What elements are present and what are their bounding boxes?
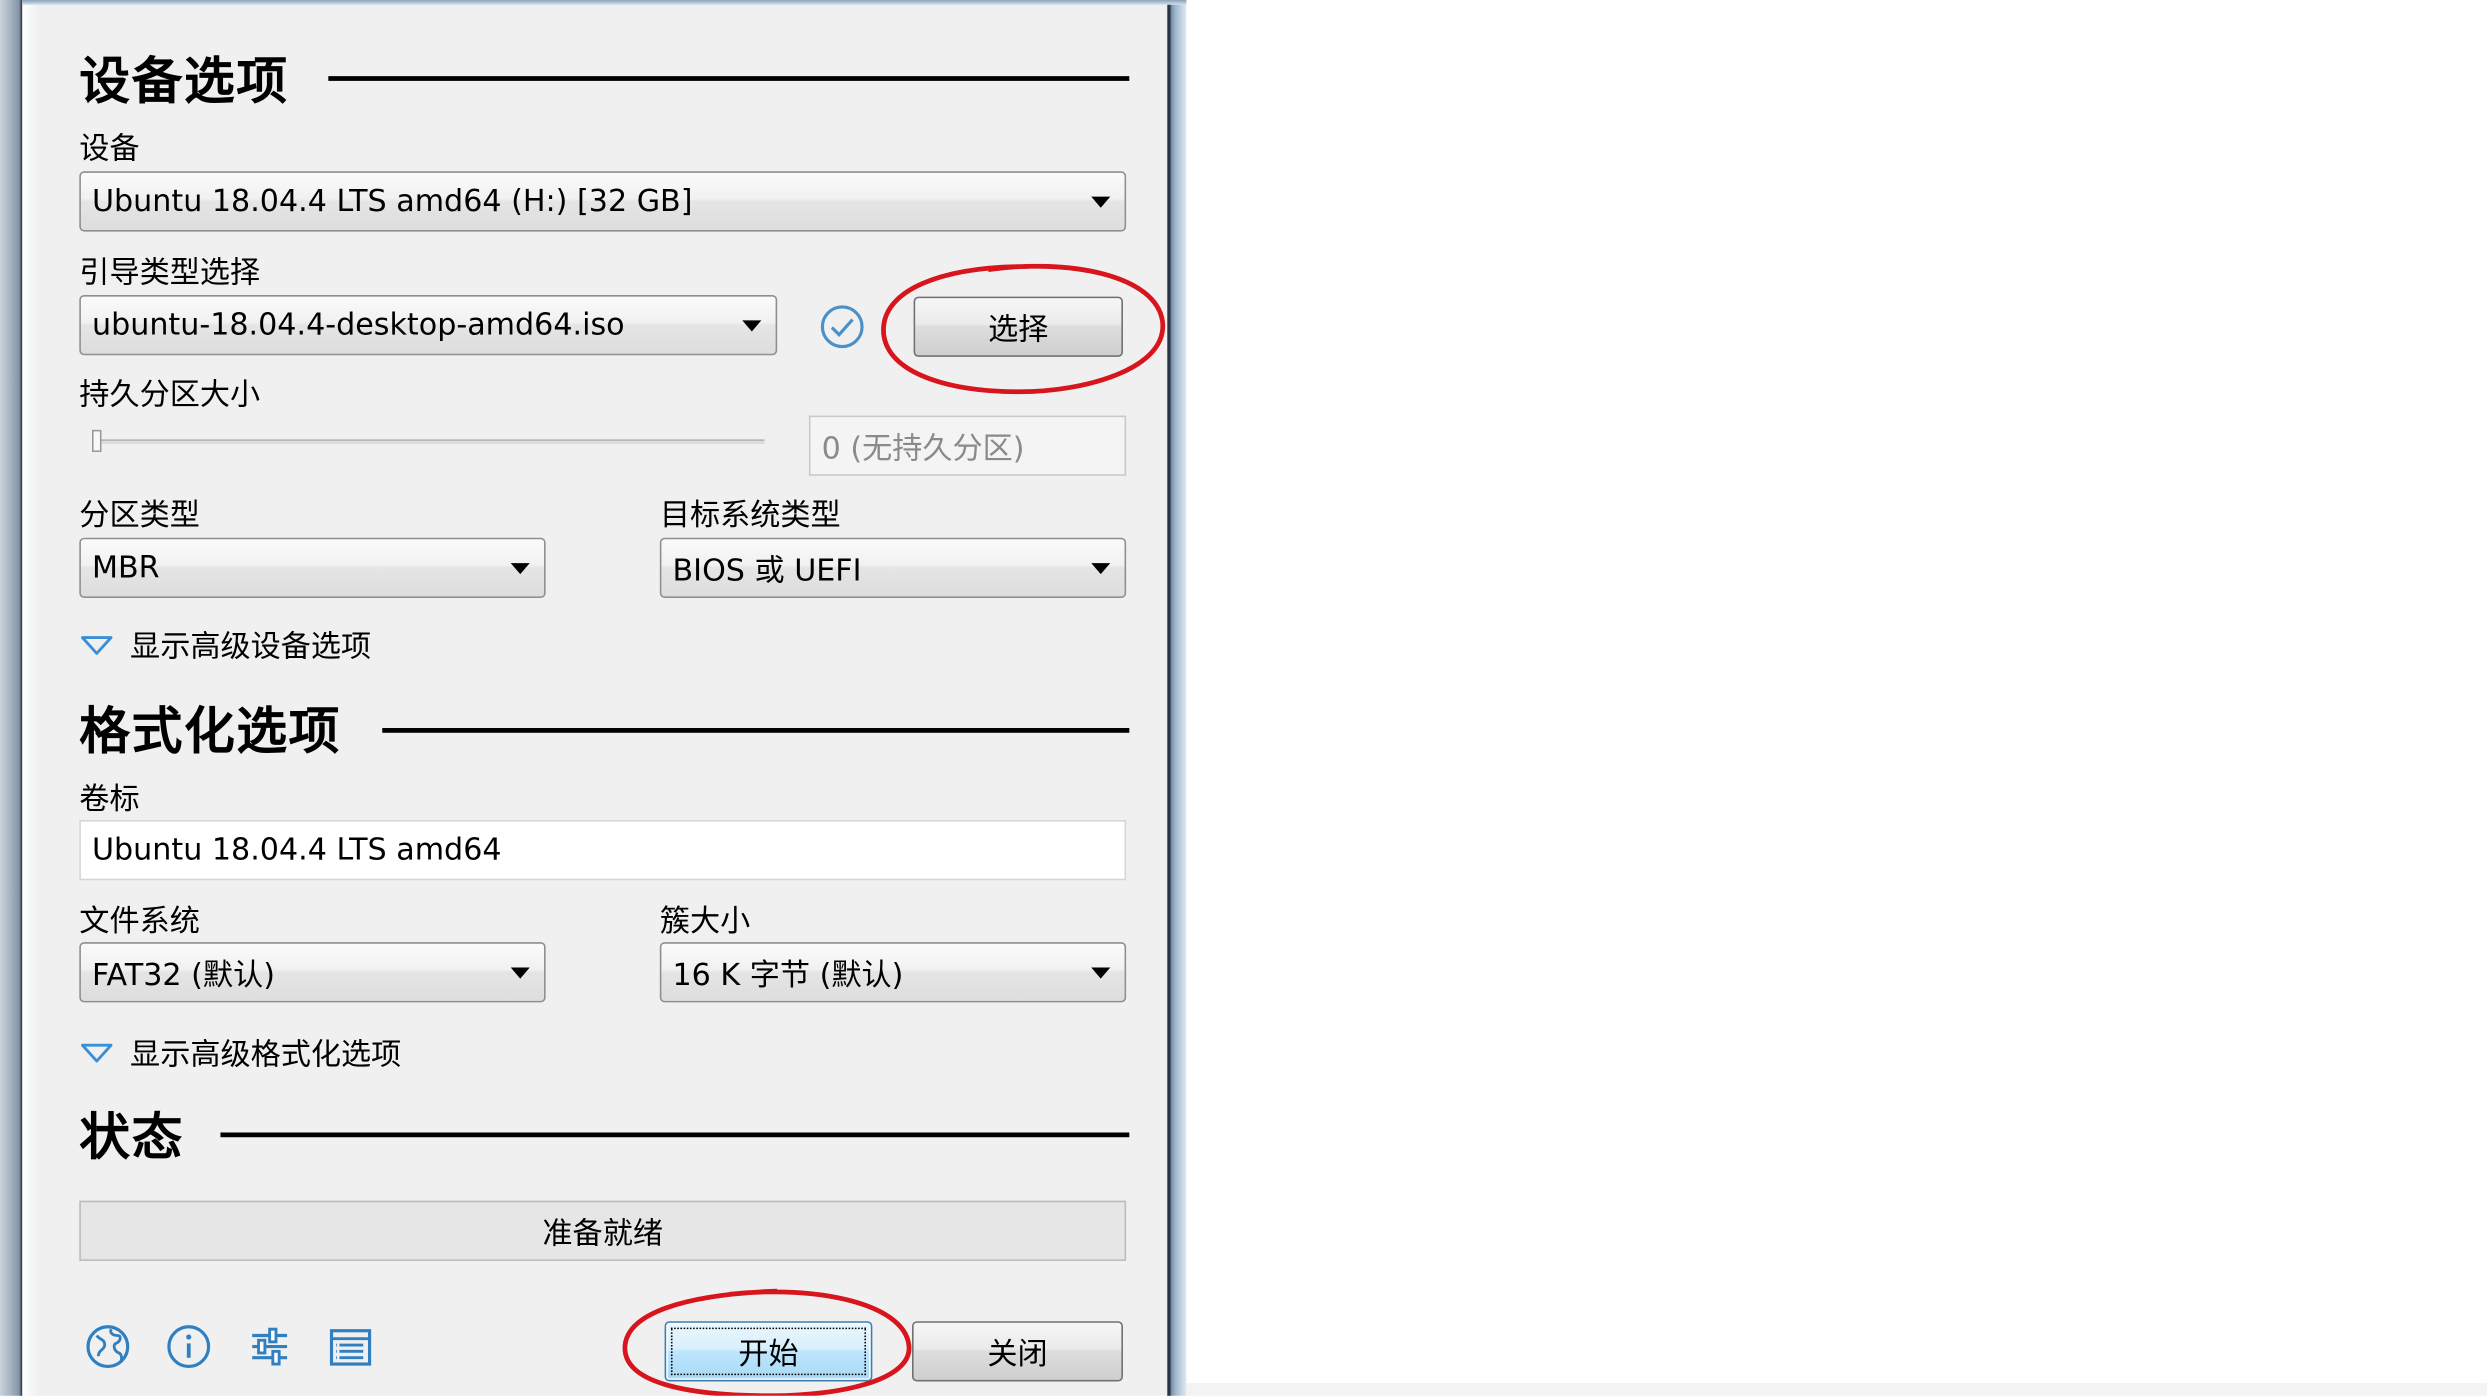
background-area <box>1186 1383 2487 1396</box>
persistent-size-label: 持久分区大小 <box>79 377 261 413</box>
section-title: 格式化选项 <box>79 701 342 762</box>
settings-icon[interactable] <box>244 1321 295 1372</box>
persistent-size-field: 0 (无持久分区) <box>808 415 1127 476</box>
section-title: 状态 <box>79 1107 185 1168</box>
select-button-label: 选择 <box>988 311 1049 347</box>
device-value: Ubuntu 18.04.4 LTS amd64 (H:) [32 GB] <box>91 183 693 219</box>
chevron-down-icon <box>1091 195 1111 207</box>
chevron-down-icon <box>742 319 762 331</box>
check-icon <box>820 305 864 349</box>
advanced-format-label: 显示高级格式化选项 <box>130 1037 402 1073</box>
target-system-label: 目标系统类型 <box>659 498 841 533</box>
section-device-options: 设备选项 <box>79 41 288 114</box>
info-icon[interactable] <box>163 1321 214 1372</box>
partition-scheme-label: 分区类型 <box>79 498 200 533</box>
log-icon[interactable] <box>325 1321 376 1372</box>
section-divider <box>220 1132 1130 1138</box>
close-button-label: 关闭 <box>987 1336 1048 1372</box>
cluster-size-label: 簇大小 <box>659 904 751 939</box>
target-system-dropdown[interactable]: BIOS 或 UEFI <box>659 537 1127 598</box>
section-divider <box>328 76 1130 81</box>
focus-ring <box>670 1327 867 1376</box>
boot-selection-dropdown[interactable]: ubuntu-18.04.4-desktop-amd64.iso <box>79 295 778 356</box>
section-divider <box>382 728 1130 733</box>
advanced-device-toggle[interactable]: 显示高级设备选项 <box>79 623 371 666</box>
persistent-size-value: 0 (无持久分区) <box>821 430 1025 466</box>
device-dropdown[interactable]: Ubuntu 18.04.4 LTS amd64 (H:) [32 GB] <box>79 171 1127 232</box>
volume-label-input[interactable]: Ubuntu 18.04.4 LTS amd64 <box>79 820 1127 881</box>
file-system-label: 文件系统 <box>79 904 200 939</box>
boot-selection-label: 引导类型选择 <box>79 255 261 291</box>
partition-scheme-dropdown[interactable]: MBR <box>79 537 546 598</box>
expand-triangle-icon <box>81 1043 113 1062</box>
advanced-format-toggle[interactable]: 显示高级格式化选项 <box>79 1031 401 1074</box>
cluster-size-dropdown[interactable]: 16 K 字节 (默认) <box>659 942 1127 1003</box>
window-frame-right <box>1167 0 1187 1396</box>
section-status: 状态 <box>79 1098 184 1171</box>
window-frame-left <box>0 0 39 1396</box>
language-icon[interactable] <box>82 1321 133 1372</box>
volume-label-value: Ubuntu 18.04.4 LTS amd64 <box>91 832 502 868</box>
boot-selection-value: ubuntu-18.04.4-desktop-amd64.iso <box>91 307 625 343</box>
persistent-slider-thumb[interactable] <box>91 429 102 453</box>
chevron-down-icon <box>510 966 530 978</box>
partition-scheme-value: MBR <box>91 550 160 586</box>
select-button[interactable]: 选择 <box>913 296 1123 357</box>
expand-triangle-icon <box>81 635 113 655</box>
start-button[interactable]: 开始 <box>664 1321 873 1382</box>
status-progress-bar: 准备就绪 <box>79 1200 1127 1261</box>
status-text: 准备就绪 <box>542 1215 663 1251</box>
device-label: 设备 <box>79 131 140 167</box>
cluster-size-value: 16 K 字节 (默认) <box>672 957 904 993</box>
chevron-down-icon <box>1091 562 1111 574</box>
close-button[interactable]: 关闭 <box>912 1321 1123 1382</box>
section-format-options: 格式化选项 <box>79 692 341 765</box>
file-system-value: FAT32 (默认) <box>91 957 275 993</box>
file-system-dropdown[interactable]: FAT32 (默认) <box>79 942 546 1003</box>
section-title: 设备选项 <box>79 50 289 112</box>
chevron-down-icon <box>1091 966 1111 978</box>
persistent-slider-track[interactable] <box>91 439 765 445</box>
chevron-down-icon <box>510 562 530 574</box>
advanced-device-label: 显示高级设备选项 <box>130 629 372 665</box>
volume-label-label: 卷标 <box>79 781 140 817</box>
window-frame-top <box>22 0 1187 5</box>
target-system-value: BIOS 或 UEFI <box>672 552 862 588</box>
